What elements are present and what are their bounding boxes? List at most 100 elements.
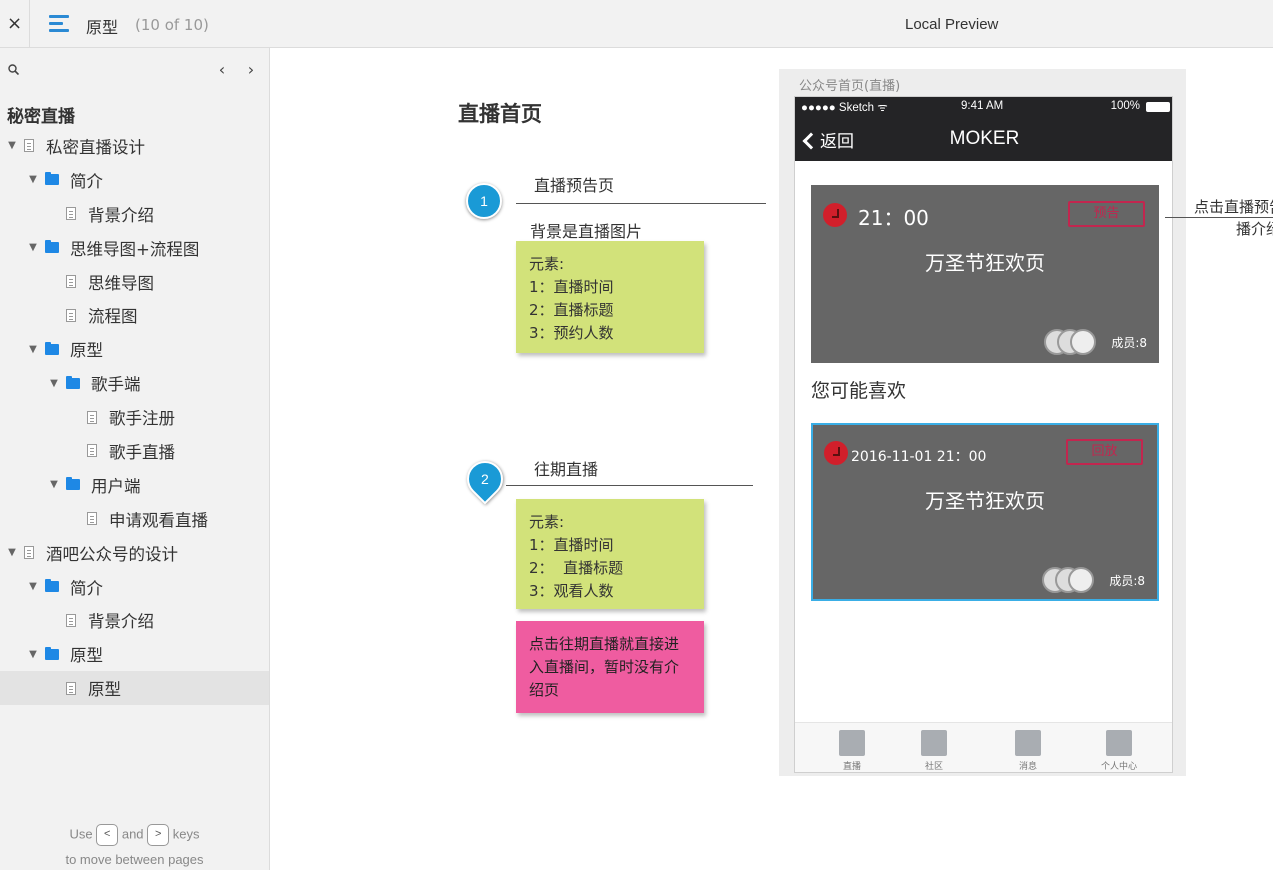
tree-item-label: 用户端 (91, 476, 141, 496)
hint-text: and (121, 826, 144, 842)
note2-sticky: 元素: 1：直播时间 2： 直播标题 3：观看人数 (516, 499, 704, 609)
page-tree: ▼私密直播设计▼简介▼背景介绍▼思维导图+流程图▼思维导图▼流程图▼原型▼歌手端… (0, 129, 269, 706)
folder-icon (45, 240, 59, 254)
folder-icon (66, 375, 80, 389)
key-prev: < (96, 824, 119, 846)
annotation-marker-1[interactable]: 1 (466, 183, 502, 219)
tree-item[interactable]: ▼ 酒吧公众号的设计 (0, 536, 269, 570)
tree-item[interactable]: ▼思维导图 (0, 265, 269, 299)
card-title: 万圣节狂欢页 (925, 251, 1045, 275)
page-icon (87, 410, 97, 424)
close-button[interactable]: × (0, 0, 30, 48)
preview-tag-button[interactable]: 预告 (1068, 201, 1145, 227)
member-avatars (1044, 329, 1099, 355)
tree-item[interactable]: ▼申请观看直播 (0, 502, 269, 536)
tree-item-label: 思维导图+流程图 (70, 239, 200, 259)
tree-item-label: 原型 (70, 341, 103, 361)
tab-profile[interactable]: 个人中心 (1089, 730, 1149, 772)
tree-item[interactable]: ▼歌手直播 (0, 434, 269, 468)
tab-label: 直播 (842, 762, 861, 772)
caret-down-icon[interactable]: ▼ (27, 581, 39, 592)
tree-item[interactable]: ▼歌手注册 (0, 400, 269, 434)
top-bar: × 原型 (10 of 10) Local Preview (0, 0, 1273, 48)
tab-label: 社区 (924, 762, 943, 772)
tree-item-label: 简介 (70, 171, 103, 191)
tree-item[interactable]: ▼ 原型 (0, 332, 269, 366)
page-icon (66, 613, 76, 627)
tab-bar: 直播 社区 消息 个人中心 (795, 722, 1172, 772)
caret-down-icon[interactable]: ▼ (27, 649, 39, 660)
replay-tag-button[interactable]: 回放 (1066, 439, 1143, 465)
tree-item-label: 酒吧公众号的设计 (46, 544, 178, 564)
artboard-label: 公众号首页(直播) (799, 79, 901, 94)
caret-down-icon[interactable]: ▼ (6, 547, 18, 558)
tree-item-label: 思维导图 (88, 273, 154, 293)
sticky-line: 2： 直播标题 (529, 559, 624, 577)
keyboard-hint: Use < and > keys to move between pages (0, 824, 269, 867)
search-icon[interactable] (8, 64, 19, 75)
sticky-line: 入直播间，暂时没有介 (529, 658, 680, 676)
status-time: 9:41 AM (961, 100, 1004, 112)
menu-icon[interactable] (49, 15, 69, 33)
tab-messages[interactable]: 消息 (998, 730, 1058, 772)
caret-down-icon[interactable]: ▼ (48, 479, 60, 490)
page-title: 原型 (86, 18, 119, 37)
project-title: 秘密直播 (7, 107, 75, 127)
tree-item[interactable]: ▼ 简介 (0, 570, 269, 604)
tree-item[interactable]: ▼ 私密直播设计 (0, 129, 269, 163)
close-icon: × (6, 13, 23, 34)
tree-item[interactable]: ▼ 简介 (0, 163, 269, 197)
live-tab-icon (839, 730, 865, 756)
page-icon (66, 308, 76, 322)
annotation-marker-2[interactable]: 2 (459, 453, 511, 505)
preview-title: Local Preview (905, 16, 999, 33)
member-count: 成员:8 (1109, 574, 1145, 588)
live-preview-card[interactable]: 21：00 预告 万圣节狂欢页 成员:8 (811, 185, 1159, 363)
folder-icon (45, 579, 59, 593)
note1-sublabel: 背景是直播图片 (530, 222, 643, 241)
tree-item-label: 申请观看直播 (109, 510, 208, 530)
folder-icon (66, 477, 80, 491)
past-live-card[interactable]: 2016-11-01 21：00 回放 万圣节狂欢页 成员:8 (811, 423, 1159, 601)
tree-item[interactable]: ▼ 思维导图+流程图 (0, 231, 269, 265)
tree-item[interactable]: ▼原型 (0, 671, 269, 706)
battery-percent: 100% (1110, 100, 1140, 112)
note1-label: 直播预告页 (534, 176, 615, 195)
folder-icon (45, 172, 59, 186)
tree-item[interactable]: ▼ 用户端 (0, 468, 269, 502)
tree-item[interactable]: ▼ 歌手端 (0, 366, 269, 400)
prev-page-button[interactable]: ‹ (215, 60, 229, 79)
tree-item[interactable]: ▼原型 (0, 637, 269, 671)
tree-item[interactable]: ▼流程图 (0, 298, 269, 332)
hint-text: keys (172, 826, 200, 842)
tree-item[interactable]: ▼背景介绍 (0, 603, 269, 637)
folder-icon (45, 646, 59, 660)
status-bar: ●●●●● Sketch ᯤ 9:41 AM 100% (795, 97, 1172, 117)
tree-item-label: 歌手直播 (109, 442, 175, 462)
tree-item[interactable]: ▼背景介绍 (0, 197, 269, 231)
community-tab-icon (921, 730, 947, 756)
card-time: 2016-11-01 21：00 (851, 449, 987, 465)
sticky-line: 点击往期直播就直接进 (529, 635, 680, 653)
next-page-button[interactable]: › (244, 60, 258, 79)
section-title: 您可能喜欢 (811, 380, 907, 402)
card-title: 万圣节狂欢页 (925, 489, 1045, 513)
caret-down-icon[interactable]: ▼ (6, 140, 18, 151)
nav-title: MOKER (949, 128, 1020, 149)
phone-screen: ●●●●● Sketch ᯤ 9:41 AM 100% 返回 MOKER 21：… (794, 96, 1173, 773)
caret-down-icon[interactable]: ▼ (27, 344, 39, 355)
sticky-line: 1：直播时间 (529, 278, 614, 296)
messages-tab-icon (1015, 730, 1041, 756)
caret-down-icon[interactable]: ▼ (27, 174, 39, 185)
page-icon (24, 139, 34, 153)
page-icon (87, 444, 97, 458)
caret-down-icon[interactable]: ▼ (27, 242, 39, 253)
sticky-line: 元素: (529, 255, 565, 273)
caret-down-icon[interactable]: ▼ (48, 378, 60, 389)
page-icon (24, 546, 34, 560)
tree-item-label: 背景介绍 (88, 612, 154, 632)
tab-live[interactable]: 直播 (822, 730, 882, 772)
tab-community[interactable]: 社区 (904, 730, 964, 772)
member-avatars (1042, 567, 1097, 593)
tree-item-label: 私密直播设计 (46, 137, 145, 157)
